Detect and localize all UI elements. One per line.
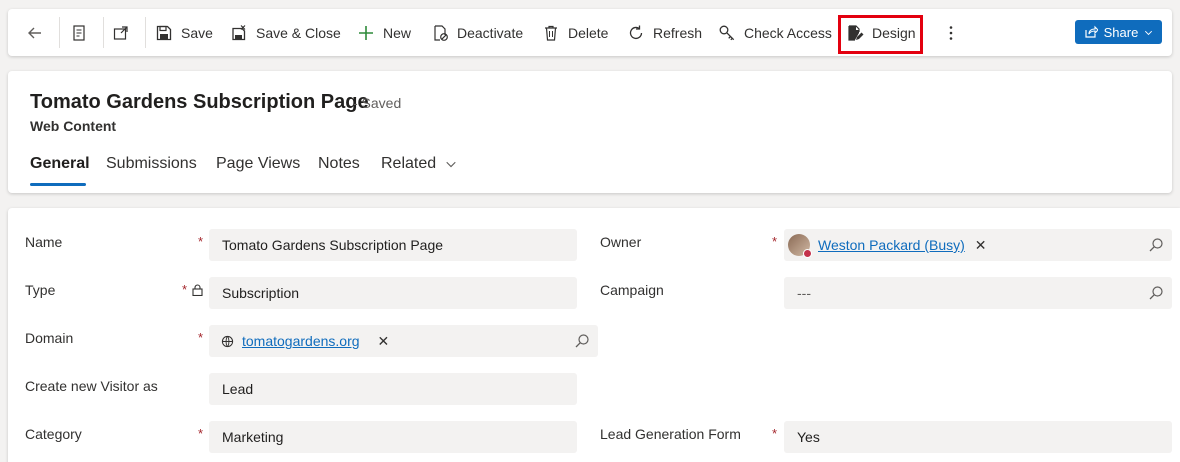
key-icon — [719, 25, 735, 40]
owner-lookup-field[interactable]: Weston Packard (Busy) ✕ — [784, 229, 1172, 261]
remove-domain-icon[interactable]: ✕ — [378, 333, 390, 350]
deactivate-button[interactable]: Deactivate — [431, 9, 523, 56]
tab-related[interactable]: Related — [381, 155, 457, 173]
check-access-button[interactable]: Check Access — [718, 9, 832, 56]
back-arrow-icon — [28, 27, 41, 38]
required-marker: * — [772, 234, 778, 249]
domain-label: Domain — [25, 330, 74, 346]
open-in-new-window-icon — [113, 25, 128, 40]
save-button[interactable]: Save — [155, 9, 213, 56]
chevron-down-icon — [446, 161, 456, 168]
campaign-label: Campaign — [600, 282, 664, 298]
form-view-button[interactable] — [70, 9, 88, 56]
refresh-button[interactable]: Refresh — [627, 9, 702, 56]
more-commands-button[interactable] — [942, 9, 960, 56]
visitor-field[interactable]: Lead — [209, 373, 577, 405]
search-icon[interactable] — [1148, 285, 1164, 301]
refresh-label: Refresh — [653, 24, 703, 41]
type-value: Subscription — [222, 285, 300, 301]
lead-form-value: Yes — [797, 429, 820, 445]
campaign-lookup-field[interactable]: --- — [784, 277, 1172, 309]
back-button[interactable] — [26, 9, 44, 56]
globe-icon — [221, 335, 234, 347]
general-form: Name * Tomato Gardens Subscription Page … — [8, 208, 1180, 462]
category-field[interactable]: Marketing — [209, 421, 577, 453]
owner-link[interactable]: Weston Packard (Busy) — [818, 237, 965, 253]
share-icon — [1085, 25, 1098, 38]
save-icon — [156, 25, 172, 40]
design-highlight-box — [838, 15, 923, 54]
more-vertical-icon — [949, 25, 953, 40]
domain-tag: tomatogardens.org ✕ — [221, 333, 389, 350]
new-label: New — [383, 24, 412, 41]
domain-lookup-field[interactable]: tomatogardens.org ✕ — [209, 325, 598, 357]
share-button[interactable]: Share — [1075, 20, 1162, 44]
plus-icon — [359, 25, 373, 40]
save-close-button[interactable]: Save & Close — [230, 9, 341, 56]
tab-general[interactable]: General — [30, 155, 90, 173]
open-new-window-button[interactable] — [112, 9, 130, 56]
required-marker: * — [198, 426, 204, 441]
tab-related-label: Related — [381, 155, 437, 172]
save-close-label: Save & Close — [256, 24, 341, 41]
visitor-value: Lead — [222, 381, 254, 397]
name-field[interactable]: Tomato Gardens Subscription Page — [209, 229, 577, 261]
save-status: - Saved — [353, 95, 402, 111]
lead-form-label: Lead Generation Form — [600, 426, 741, 442]
domain-link[interactable]: tomatogardens.org — [242, 333, 360, 349]
name-value: Tomato Gardens Subscription Page — [222, 237, 444, 253]
form-icon — [73, 24, 85, 41]
required-marker: * — [198, 330, 204, 345]
chevron-down-icon — [1145, 30, 1153, 35]
lead-form-field[interactable]: Yes — [784, 421, 1172, 453]
owner-tag: Weston Packard (Busy) ✕ — [788, 234, 987, 258]
delete-label: Delete — [568, 24, 609, 41]
separator — [59, 17, 60, 48]
entity-name: Web Content — [30, 118, 117, 134]
separator — [103, 17, 104, 48]
page-title: Tomato Gardens Subscription Page — [30, 91, 369, 113]
required-marker: * — [772, 426, 778, 441]
delete-button[interactable]: Delete — [542, 9, 608, 56]
new-button[interactable]: New — [357, 9, 411, 56]
busy-status-dot — [803, 249, 812, 258]
avatar — [788, 234, 812, 258]
search-icon[interactable] — [1148, 237, 1164, 253]
tab-page-views[interactable]: Page Views — [216, 155, 300, 173]
deactivate-icon — [434, 24, 448, 41]
command-bar: Save Save & Close New Deactivate Delete … — [8, 9, 1172, 56]
refresh-icon — [629, 25, 643, 39]
type-label: Type — [25, 282, 56, 298]
record-header: Tomato Gardens Subscription Page - Saved… — [8, 71, 1172, 193]
search-icon[interactable] — [574, 333, 590, 349]
save-label: Save — [181, 24, 213, 41]
check-access-label: Check Access — [744, 24, 832, 41]
deactivate-label: Deactivate — [457, 24, 524, 41]
required-marker: * — [198, 234, 204, 249]
share-label: Share — [1103, 24, 1139, 40]
owner-label: Owner — [600, 234, 642, 250]
active-tab-indicator — [30, 183, 86, 186]
save-close-icon — [232, 24, 246, 40]
type-field[interactable]: Subscription — [209, 277, 577, 309]
campaign-value: --- — [797, 285, 811, 301]
tab-submissions[interactable]: Submissions — [106, 155, 197, 173]
category-value: Marketing — [222, 429, 284, 445]
lock-icon — [192, 284, 203, 296]
visitor-label: Create new Visitor as — [25, 378, 158, 394]
required-marker: * — [182, 282, 188, 297]
category-label: Category — [25, 426, 82, 442]
remove-owner-icon[interactable]: ✕ — [975, 237, 987, 254]
trash-icon — [545, 25, 557, 41]
name-label: Name — [25, 234, 63, 250]
separator — [145, 17, 146, 48]
tab-notes[interactable]: Notes — [318, 155, 360, 173]
